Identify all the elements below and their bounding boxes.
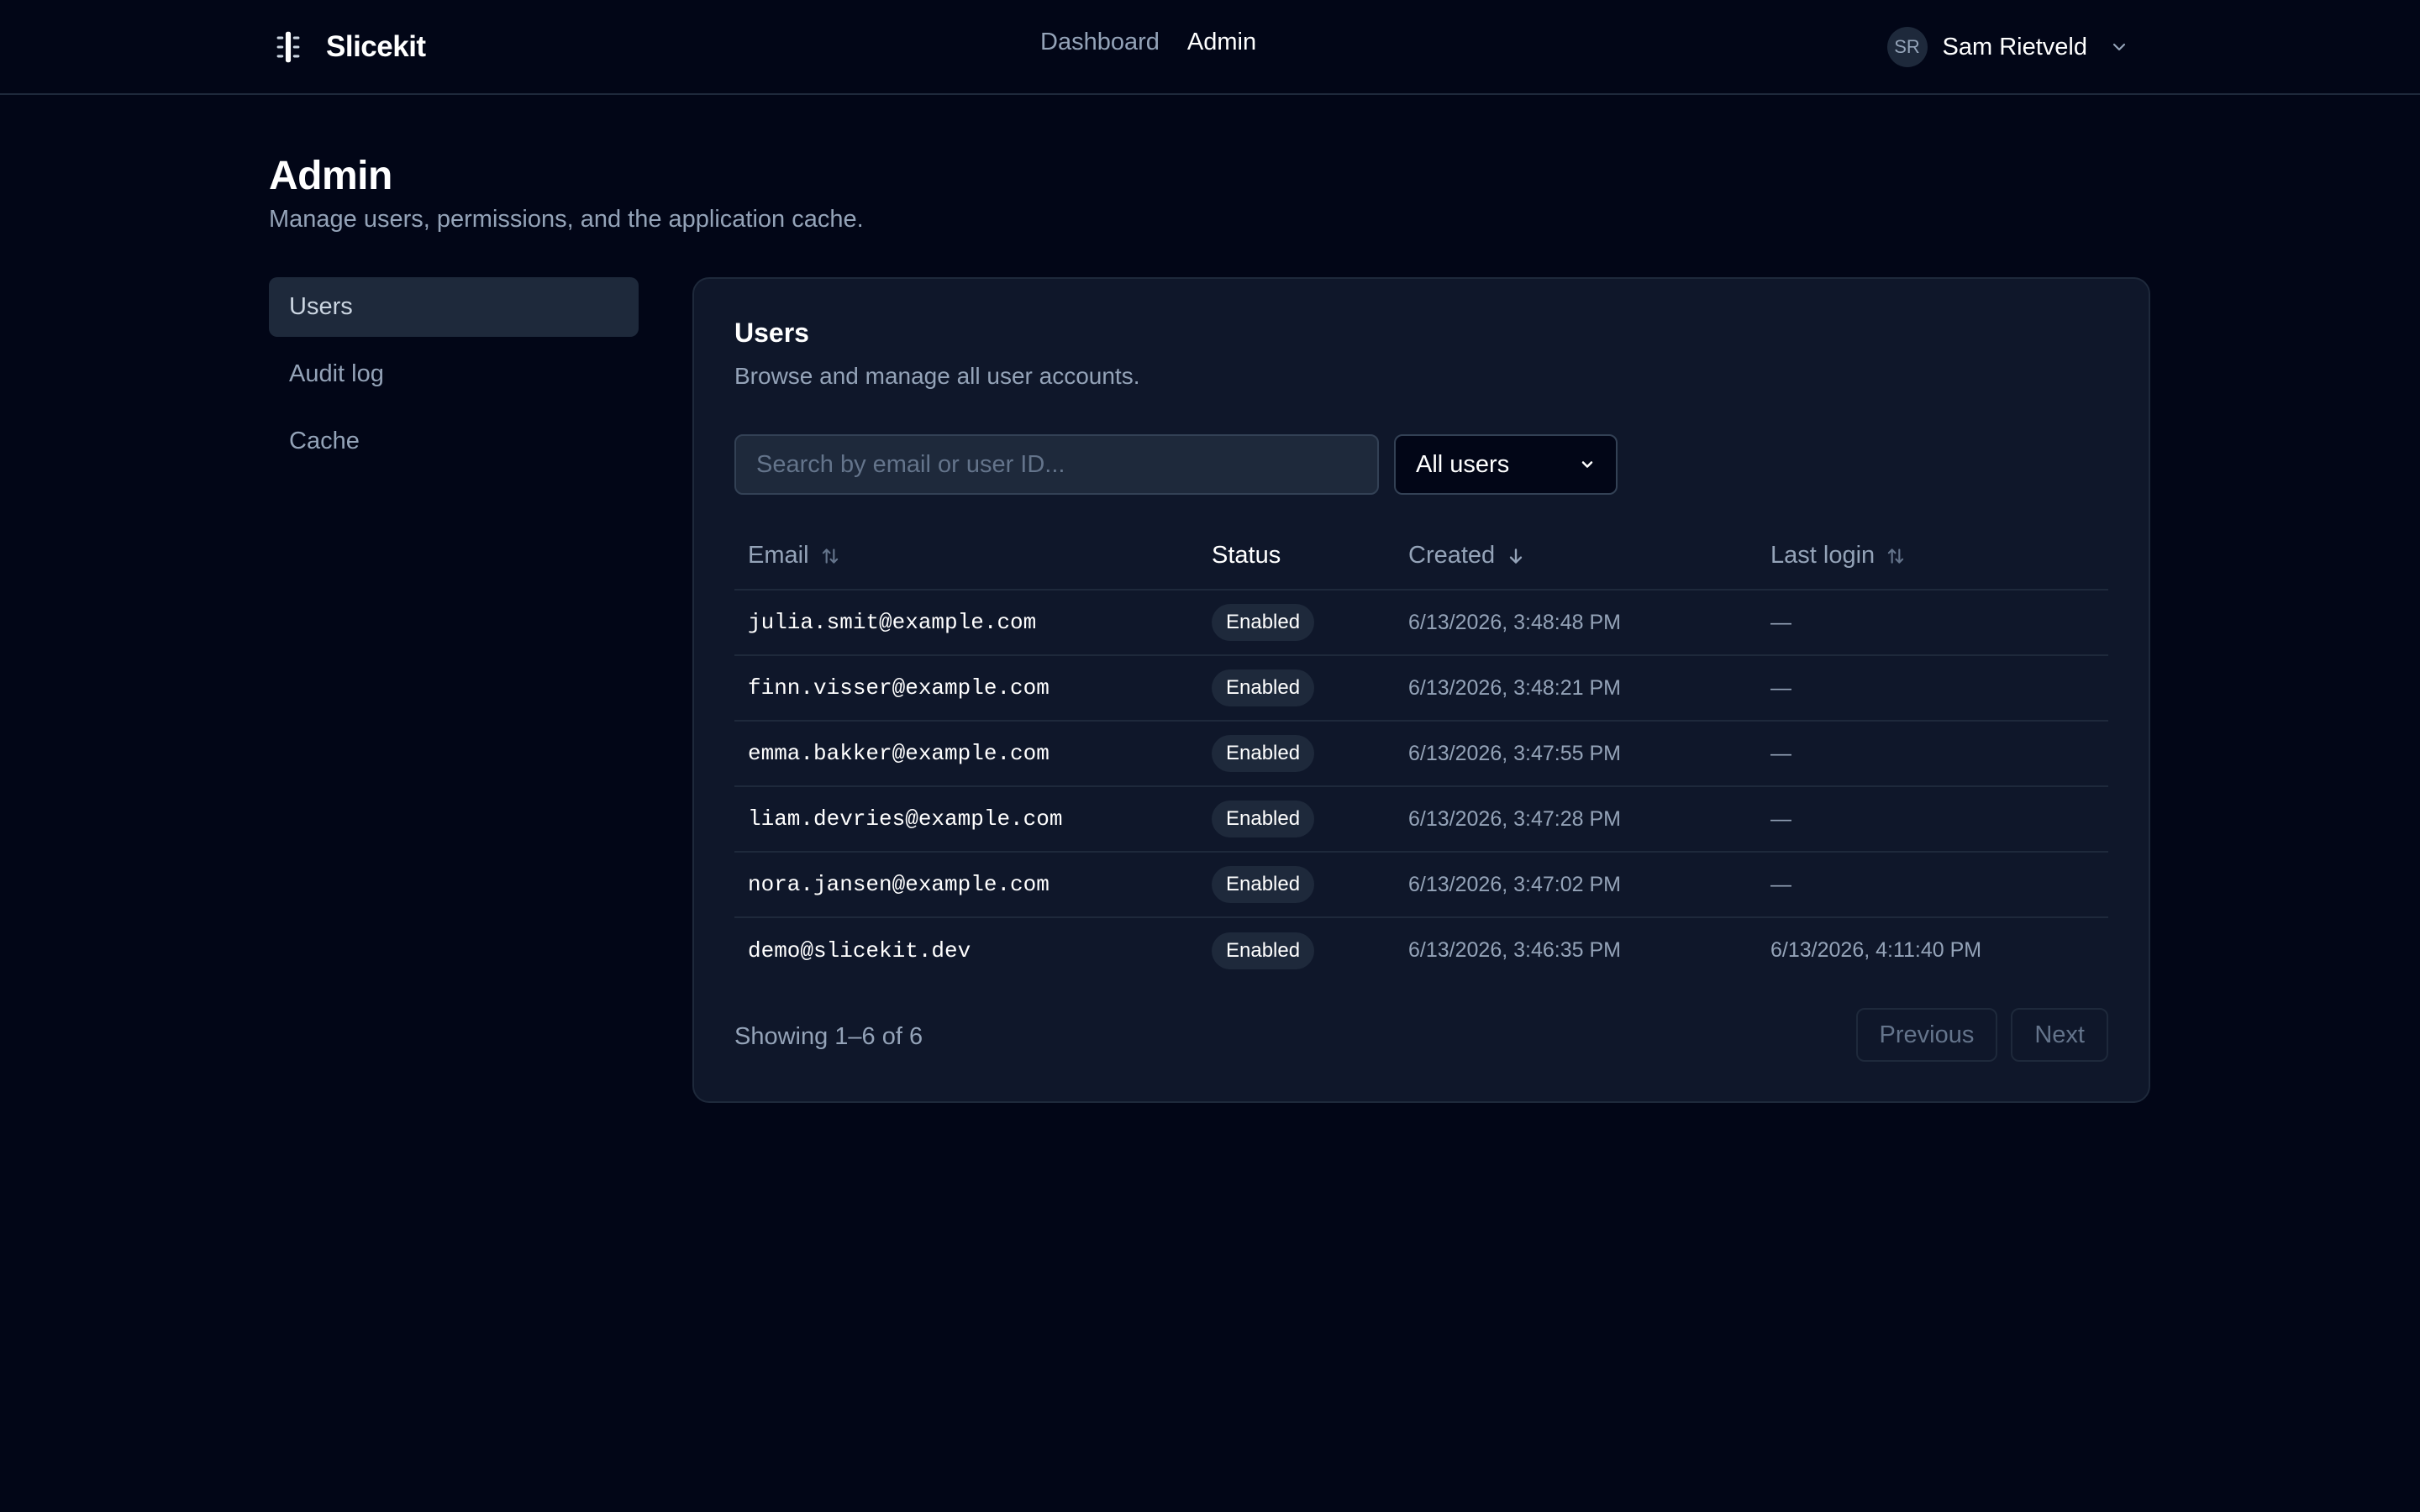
sidebar-item-cache[interactable]: Cache <box>269 412 639 471</box>
cell-email: demo@slicekit.dev <box>748 937 971 963</box>
cell-email: finn.visser@example.com <box>734 655 1198 722</box>
sort-both-icon <box>822 548 838 564</box>
cell-status: Enabled <box>1198 852 1395 918</box>
cell-email: emma.bakker@example.com <box>734 721 1198 787</box>
cell-last-login: — <box>1757 786 2108 853</box>
cell-last-login: 6/13/2026, 4:11:40 PM <box>1770 938 1982 962</box>
column-label-created: Created <box>1408 542 1496 569</box>
chevron-down-icon <box>1581 461 1593 468</box>
column-header-created[interactable]: Created <box>1395 522 1757 591</box>
user-menu[interactable]: SR Sam Rietveld <box>1886 27 2129 67</box>
cell-last-login: — <box>1757 852 2108 918</box>
cell-status: Enabled <box>1198 917 1395 983</box>
page-subtitle: Manage users, permissions, and the appli… <box>269 206 864 233</box>
cell-created: 6/13/2026, 3:47:28 PM <box>1395 786 1757 853</box>
sidebar-item-audit-log[interactable]: Audit log <box>269 344 639 404</box>
cell-created: 6/13/2026, 3:47:55 PM <box>1395 721 1757 787</box>
app-name: Slicekit <box>326 30 426 63</box>
pagination-summary: Showing 1–6 of 6 <box>734 1023 923 1050</box>
next-page-button[interactable]: Next <box>2011 1008 2108 1062</box>
column-header-email[interactable]: Email <box>734 522 1198 591</box>
cell-status: Enabled <box>1198 786 1395 853</box>
card-title: Users <box>734 318 809 348</box>
table-row[interactable]: emma.bakker@example.com Enabled 6/13/202… <box>734 721 2108 787</box>
status-badge: Enabled <box>1212 801 1315 837</box>
table-row[interactable]: demo@slicekit.dev Enabled 6/13/2026, 3:4… <box>734 917 2108 983</box>
sidebar-item-users[interactable]: Users <box>269 277 639 337</box>
user-name: Sam Rietveld <box>1942 33 2087 60</box>
user-filter-value: All users <box>1416 450 1510 478</box>
search-input[interactable] <box>734 434 1379 495</box>
page-title: Admin <box>269 154 392 198</box>
column-header-last-login[interactable]: Last login <box>1757 522 2108 591</box>
top-nav: Dashboard Admin <box>1040 29 1256 56</box>
card-description: Browse and manage all user accounts. <box>734 363 1140 389</box>
cell-email: liam.devries@example.com <box>734 786 1198 853</box>
cell-status: Enabled <box>1198 590 1395 656</box>
cell-created: 6/13/2026, 3:46:35 PM <box>1408 938 1621 962</box>
nav-link-dashboard[interactable]: Dashboard <box>1040 29 1160 56</box>
cell-status: Enabled <box>1198 655 1395 722</box>
user-filter-select[interactable]: All users <box>1394 434 1618 495</box>
cell-last-login: — <box>1757 655 2108 722</box>
table-row[interactable]: nora.jansen@example.com Enabled 6/13/202… <box>734 852 2108 918</box>
admin-sidebar: Users Audit log Cache <box>269 277 639 479</box>
cell-created: 6/13/2026, 3:47:02 PM <box>1395 852 1757 918</box>
cell-email: nora.jansen@example.com <box>734 852 1198 918</box>
users-table: Email Status Created Last login julia.sm… <box>734 522 2108 983</box>
chevron-down-icon <box>2112 43 2126 51</box>
avatar: SR <box>1886 27 1928 67</box>
cell-last-login: — <box>1757 590 2108 656</box>
cell-last-login: — <box>1757 721 2108 787</box>
slicekit-logo-icon <box>276 31 300 63</box>
status-badge: Enabled <box>1212 932 1315 969</box>
previous-page-button[interactable]: Previous <box>1855 1008 1998 1062</box>
cell-email: julia.smit@example.com <box>734 590 1198 656</box>
sort-both-icon <box>1887 548 1904 564</box>
top-bar: Slicekit Dashboard Admin SR Sam Rietveld <box>0 0 2420 95</box>
status-badge: Enabled <box>1212 735 1315 772</box>
table-row[interactable]: liam.devries@example.com Enabled 6/13/20… <box>734 786 2108 853</box>
pagination-controls: Previous Next <box>1855 1008 2108 1062</box>
table-row[interactable]: finn.visser@example.com Enabled 6/13/202… <box>734 655 2108 722</box>
cell-created: 6/13/2026, 3:48:21 PM <box>1395 655 1757 722</box>
cell-created: 6/13/2026, 3:48:48 PM <box>1395 590 1757 656</box>
brand[interactable]: Slicekit <box>269 25 426 69</box>
nav-link-admin[interactable]: Admin <box>1187 29 1256 56</box>
sort-descending-icon <box>1510 548 1523 564</box>
cell-status: Enabled <box>1198 721 1395 787</box>
column-label-last-login: Last login <box>1770 542 1876 569</box>
table-header-row: Email Status Created Last login <box>734 522 2108 591</box>
status-badge: Enabled <box>1212 669 1315 706</box>
status-badge: Enabled <box>1212 604 1315 641</box>
column-label-status: Status <box>1212 542 1281 569</box>
status-badge: Enabled <box>1212 866 1315 903</box>
table-row[interactable]: julia.smit@example.com Enabled 6/13/2026… <box>734 590 2108 656</box>
column-header-status: Status <box>1198 522 1395 591</box>
column-label-email: Email <box>748 542 809 569</box>
users-card: Users Browse and manage all user account… <box>692 277 2150 1103</box>
